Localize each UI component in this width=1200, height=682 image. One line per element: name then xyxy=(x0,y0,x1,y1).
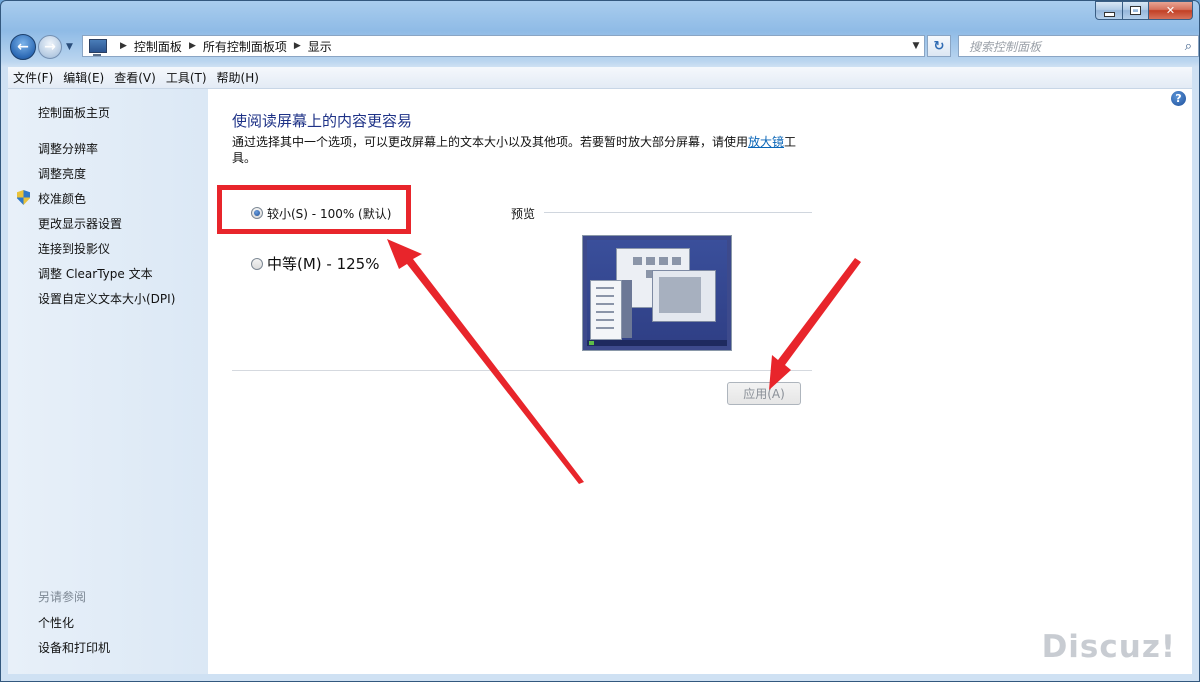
close-icon: ✕ xyxy=(1165,4,1176,17)
preview-divider xyxy=(544,212,812,213)
menu-tools[interactable]: 工具(T) xyxy=(161,69,212,86)
back-button[interactable]: ← xyxy=(10,34,36,60)
arrow-left-icon: ← xyxy=(17,39,29,55)
see-also-personalization[interactable]: 个性化 xyxy=(38,614,74,631)
see-also-devices-printers[interactable]: 设备和打印机 xyxy=(38,639,110,656)
breadcrumb-display[interactable]: 显示 xyxy=(308,38,332,55)
menu-help[interactable]: 帮助(H) xyxy=(212,69,264,86)
size-medium-label[interactable]: 中等(M) - 125% xyxy=(267,253,379,274)
recent-pages-dropdown[interactable]: ▼ xyxy=(66,42,73,52)
breadcrumb-control-panel[interactable]: 控制面板 xyxy=(134,38,182,55)
sidebar-item-brightness[interactable]: 调整亮度 xyxy=(38,165,86,182)
chevron-down-icon[interactable]: ▼ xyxy=(908,41,924,51)
apply-button[interactable]: 应用(A) xyxy=(727,382,801,405)
shield-icon xyxy=(17,190,30,205)
sidebar-item-projector[interactable]: 连接到投影仪 xyxy=(38,240,110,257)
refresh-button[interactable]: ↻ xyxy=(927,35,951,57)
search-icon[interactable]: ⌕ xyxy=(1185,39,1192,54)
search-input[interactable]: 搜索控制面板 ⌕ xyxy=(958,35,1199,57)
size-medium-radio[interactable] xyxy=(251,258,263,270)
content-area: 控制面板主页 调整分辨率 调整亮度 校准颜色 更改显示器设置 连接到投影仪 调整… xyxy=(8,89,1192,674)
apply-divider xyxy=(232,370,812,371)
breadcrumb-all-items[interactable]: 所有控制面板项 xyxy=(203,38,287,55)
close-button[interactable]: ✕ xyxy=(1149,1,1193,20)
chevron-right-icon[interactable]: ▶ xyxy=(294,41,301,51)
preview-image xyxy=(582,235,732,351)
menu-view[interactable]: 查看(V) xyxy=(109,69,161,86)
search-placeholder: 搜索控制面板 xyxy=(969,39,1042,54)
minimize-icon xyxy=(1103,11,1115,17)
arrow-right-icon: → xyxy=(44,39,56,55)
address-bar[interactable]: ▶ 控制面板 ▶ 所有控制面板项 ▶ 显示 ▼ xyxy=(82,35,925,57)
sidebar-item-cleartype[interactable]: 调整 ClearType 文本 xyxy=(38,265,153,282)
refresh-icon: ↻ xyxy=(933,38,945,54)
control-panel-window: ✕ ← → ▼ ▶ 控制面板 ▶ 所有控制面板项 ▶ 显示 ▼ ↻ 搜索控制面板… xyxy=(0,0,1200,682)
maximize-button[interactable] xyxy=(1123,1,1149,20)
see-also-heading: 另请参阅 xyxy=(38,590,87,604)
page-title: 使阅读屏幕上的内容更容易 xyxy=(232,112,413,130)
preview-window-icon xyxy=(590,280,622,340)
page-description: 通过选择其中一个选项，可以更改屏幕上的文本大小以及其他项。若要暂时放大部分屏幕，… xyxy=(232,134,812,166)
forward-button[interactable]: → xyxy=(38,35,62,59)
sidebar-item-calibrate-color[interactable]: 校准颜色 xyxy=(38,190,86,207)
watermark: Discuz! xyxy=(1041,629,1176,665)
preview-taskbar xyxy=(587,340,727,346)
preview-window-icon xyxy=(622,280,632,338)
description-text: 通过选择其中一个选项，可以更改屏幕上的文本大小以及其他项。若要暂时放大部分屏幕，… xyxy=(232,135,749,149)
annotation-highlight-box xyxy=(217,185,411,234)
help-icon[interactable]: ? xyxy=(1171,91,1186,106)
sidebar-item-home[interactable]: 控制面板主页 xyxy=(38,104,110,121)
sidebar-item-custom-dpi[interactable]: 设置自定义文本大小(DPI) xyxy=(38,290,175,307)
chevron-right-icon[interactable]: ▶ xyxy=(120,41,127,51)
start-icon xyxy=(589,341,594,345)
caption-buttons: ✕ xyxy=(1095,1,1193,20)
preview-label: 预览 xyxy=(511,207,536,221)
menu-file[interactable]: 文件(F) xyxy=(8,69,58,86)
sidebar-item-display-settings[interactable]: 更改显示器设置 xyxy=(38,215,122,232)
navigation-bar: ← → ▼ ▶ 控制面板 ▶ 所有控制面板项 ▶ 显示 ▼ ↻ 搜索控制面板 ⌕ xyxy=(10,34,1199,60)
sidebar-item-resolution[interactable]: 调整分辨率 xyxy=(38,140,98,157)
preview-screen xyxy=(587,240,727,346)
menu-bar: 文件(F) 编辑(E) 查看(V) 工具(T) 帮助(H) xyxy=(8,67,1192,89)
task-pane: 控制面板主页 调整分辨率 调整亮度 校准颜色 更改显示器设置 连接到投影仪 调整… xyxy=(8,89,208,674)
maximize-icon xyxy=(1130,6,1141,15)
chevron-right-icon[interactable]: ▶ xyxy=(189,41,196,51)
control-panel-icon xyxy=(89,39,107,56)
preview-window-icon xyxy=(652,270,716,322)
minimize-button[interactable] xyxy=(1095,1,1123,20)
magnifier-link[interactable]: 放大镜 xyxy=(748,135,784,149)
menu-edit[interactable]: 编辑(E) xyxy=(58,69,109,86)
